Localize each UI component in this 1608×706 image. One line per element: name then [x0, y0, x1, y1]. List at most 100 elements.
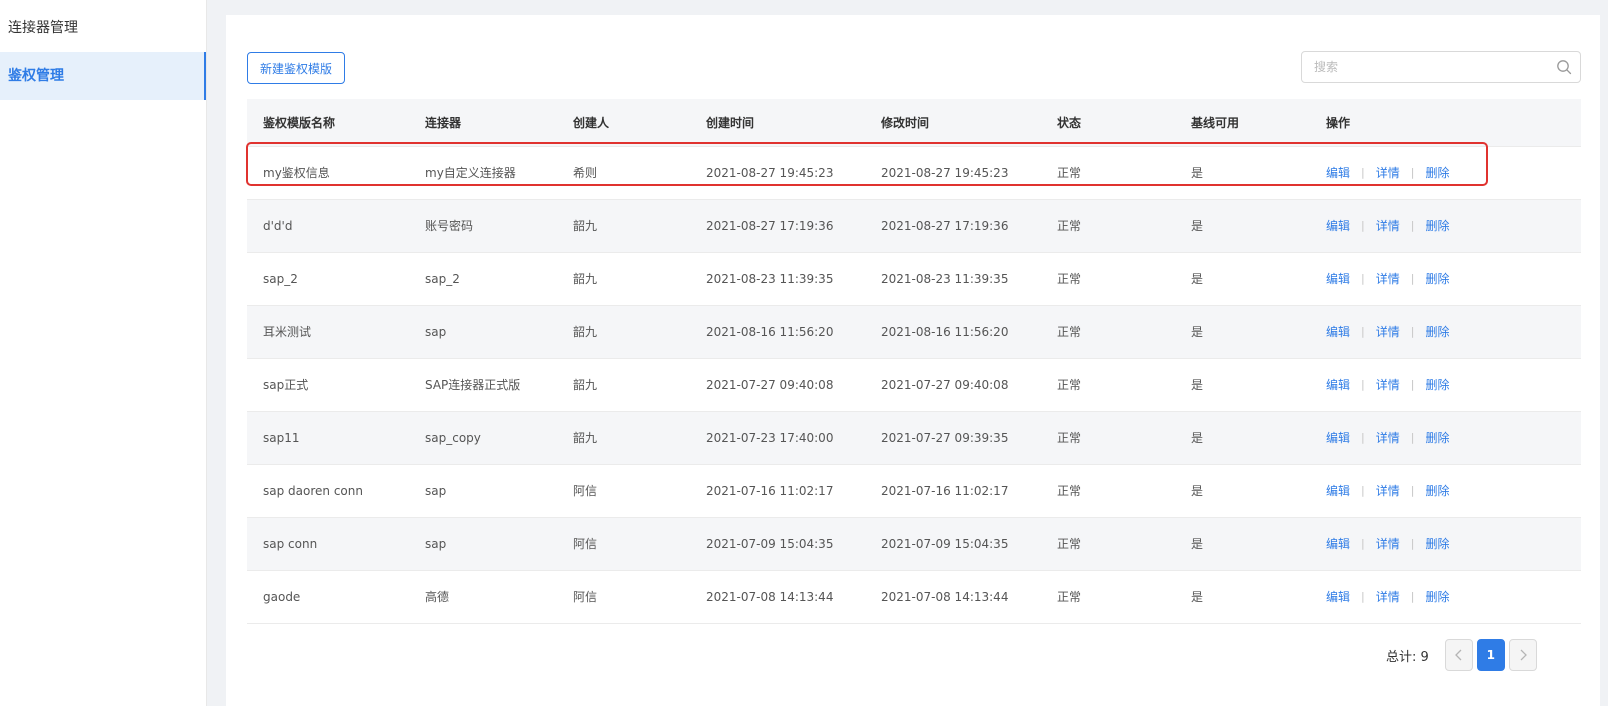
edit-link[interactable]: 编辑 [1326, 571, 1350, 623]
delete-link[interactable]: 删除 [1425, 571, 1449, 623]
cell-status: 正常 [1057, 431, 1082, 445]
cell-connector: sap [425, 325, 447, 339]
cell-status: 正常 [1057, 219, 1082, 233]
cell-creator: 希则 [573, 166, 598, 180]
action-separator: | [1410, 590, 1415, 603]
search-icon[interactable] [1556, 59, 1572, 75]
action-separator: | [1361, 378, 1365, 391]
cell-connector: sap_2 [425, 272, 460, 286]
row-actions: 编辑 | 详情 | 删除 [1326, 571, 1449, 623]
detail-link[interactable]: 详情 [1376, 518, 1400, 570]
table-row: sap11 sap_copy 韶九 2021-07-23 17:40:00 2021-0… [247, 412, 1581, 465]
edit-link[interactable]: 编辑 [1326, 200, 1350, 252]
detail-link[interactable]: 详情 [1376, 200, 1400, 252]
new-auth-template-button[interactable]: 新建鉴权模版 [247, 52, 345, 84]
action-separator: | [1361, 219, 1365, 232]
detail-link[interactable]: 详情 [1376, 465, 1400, 517]
cell-created-time: 2021-08-16 11:56:20 [706, 325, 834, 339]
cell-creator: 韶九 [573, 431, 598, 445]
header-template-name: 鉴权模版名称 [263, 116, 336, 130]
cell-created-time: 2021-07-09 15:04:35 [706, 537, 834, 551]
action-separator: | [1410, 219, 1415, 232]
cell-baseline: 是 [1191, 484, 1204, 498]
cell-created-time: 2021-08-27 19:45:23 [706, 166, 834, 180]
prev-page-button[interactable] [1444, 639, 1473, 671]
cell-baseline: 是 [1191, 219, 1204, 233]
delete-link[interactable]: 删除 [1425, 200, 1449, 252]
cell-created-time: 2021-08-27 17:19:36 [706, 219, 834, 233]
delete-link[interactable]: 删除 [1425, 253, 1449, 305]
cell-template-name: sap11 [263, 431, 300, 445]
table-header: 鉴权模版名称 连接器 创建人 创建时间 修改时间 状态 基线可用 操作 [247, 99, 1581, 147]
table-row: gaode 高德 阿信 2021-07-08 14:13:44 2021-07-08 1… [247, 571, 1581, 624]
detail-link[interactable]: 详情 [1376, 253, 1400, 305]
cell-connector: sap [425, 484, 447, 498]
chevron-right-icon [1520, 649, 1527, 661]
edit-link[interactable]: 编辑 [1326, 147, 1350, 199]
cell-modified-time: 2021-07-27 09:40:08 [881, 378, 1009, 392]
main-panel: 新建鉴权模版 鉴权模版名称 连接器 创建人 创建时间 修改时间 状态 基线可用 … [226, 15, 1600, 706]
cell-template-name: d'd'd [263, 219, 293, 233]
edit-link[interactable]: 编辑 [1326, 253, 1350, 305]
action-separator: | [1410, 272, 1415, 285]
action-separator: | [1410, 484, 1415, 497]
cell-modified-time: 2021-08-27 19:45:23 [881, 166, 1009, 180]
cell-creator: 阿信 [573, 484, 598, 498]
detail-link[interactable]: 详情 [1376, 359, 1400, 411]
edit-link[interactable]: 编辑 [1326, 518, 1350, 570]
detail-link[interactable]: 详情 [1376, 412, 1400, 464]
cell-connector: my自定义连接器 [425, 166, 516, 180]
edit-link[interactable]: 编辑 [1326, 306, 1350, 358]
table-row: my鉴权信息 my自定义连接器 希则 2021-08-27 19:45:23 2021-… [247, 147, 1581, 200]
action-separator: | [1361, 325, 1365, 338]
delete-link[interactable]: 删除 [1425, 359, 1449, 411]
action-separator: | [1361, 272, 1365, 285]
delete-link[interactable]: 删除 [1425, 306, 1449, 358]
cell-created-time: 2021-07-08 14:13:44 [706, 590, 834, 604]
header-connector: 连接器 [425, 116, 462, 130]
total-count: 总计: 9 [1386, 649, 1429, 665]
header-baseline-available: 基线可用 [1191, 116, 1240, 130]
next-page-button[interactable] [1508, 639, 1537, 671]
edit-link[interactable]: 编辑 [1326, 359, 1350, 411]
delete-link[interactable]: 删除 [1425, 465, 1449, 517]
cell-baseline: 是 [1191, 431, 1204, 445]
cell-status: 正常 [1057, 272, 1082, 286]
cell-creator: 阿信 [573, 590, 598, 604]
action-separator: | [1410, 325, 1415, 338]
cell-status: 正常 [1057, 537, 1082, 551]
row-actions: 编辑 | 详情 | 删除 [1326, 518, 1449, 570]
action-separator: | [1361, 590, 1365, 603]
edit-link[interactable]: 编辑 [1326, 465, 1350, 517]
cell-modified-time: 2021-07-16 11:02:17 [881, 484, 1009, 498]
delete-link[interactable]: 删除 [1425, 147, 1449, 199]
detail-link[interactable]: 详情 [1376, 147, 1400, 199]
sidebar-item-connector-management[interactable]: 连接器管理 [0, 0, 206, 52]
table-row: d'd'd 账号密码 韶九 2021-08-27 17:19:36 2021-08-27… [247, 200, 1581, 253]
sidebar-item-auth-management[interactable]: 鉴权管理 [0, 52, 206, 100]
edit-link[interactable]: 编辑 [1326, 412, 1350, 464]
sidebar: 连接器管理 鉴权管理 [0, 0, 207, 706]
header-created-time: 创建时间 [706, 116, 755, 130]
detail-link[interactable]: 详情 [1376, 571, 1400, 623]
cell-status: 正常 [1057, 166, 1082, 180]
cell-connector: sap [425, 537, 447, 551]
delete-link[interactable]: 删除 [1425, 412, 1449, 464]
row-actions: 编辑 | 详情 | 删除 [1326, 147, 1449, 199]
cell-baseline: 是 [1191, 325, 1204, 339]
cell-status: 正常 [1057, 484, 1082, 498]
page-1-button[interactable]: 1 [1476, 639, 1505, 671]
cell-template-name: my鉴权信息 [263, 166, 330, 180]
delete-link[interactable]: 删除 [1425, 518, 1449, 570]
header-modified-time: 修改时间 [881, 116, 930, 130]
cell-creator: 韶九 [573, 378, 598, 392]
cell-template-name: sap正式 [263, 378, 309, 392]
cell-created-time: 2021-07-16 11:02:17 [706, 484, 834, 498]
detail-link[interactable]: 详情 [1376, 306, 1400, 358]
cell-modified-time: 2021-08-16 11:56:20 [881, 325, 1009, 339]
search-input[interactable] [1302, 52, 1542, 82]
cell-baseline: 是 [1191, 166, 1204, 180]
cell-template-name: gaode [263, 590, 301, 604]
cell-created-time: 2021-08-23 11:39:35 [706, 272, 834, 286]
cell-modified-time: 2021-07-08 14:13:44 [881, 590, 1009, 604]
